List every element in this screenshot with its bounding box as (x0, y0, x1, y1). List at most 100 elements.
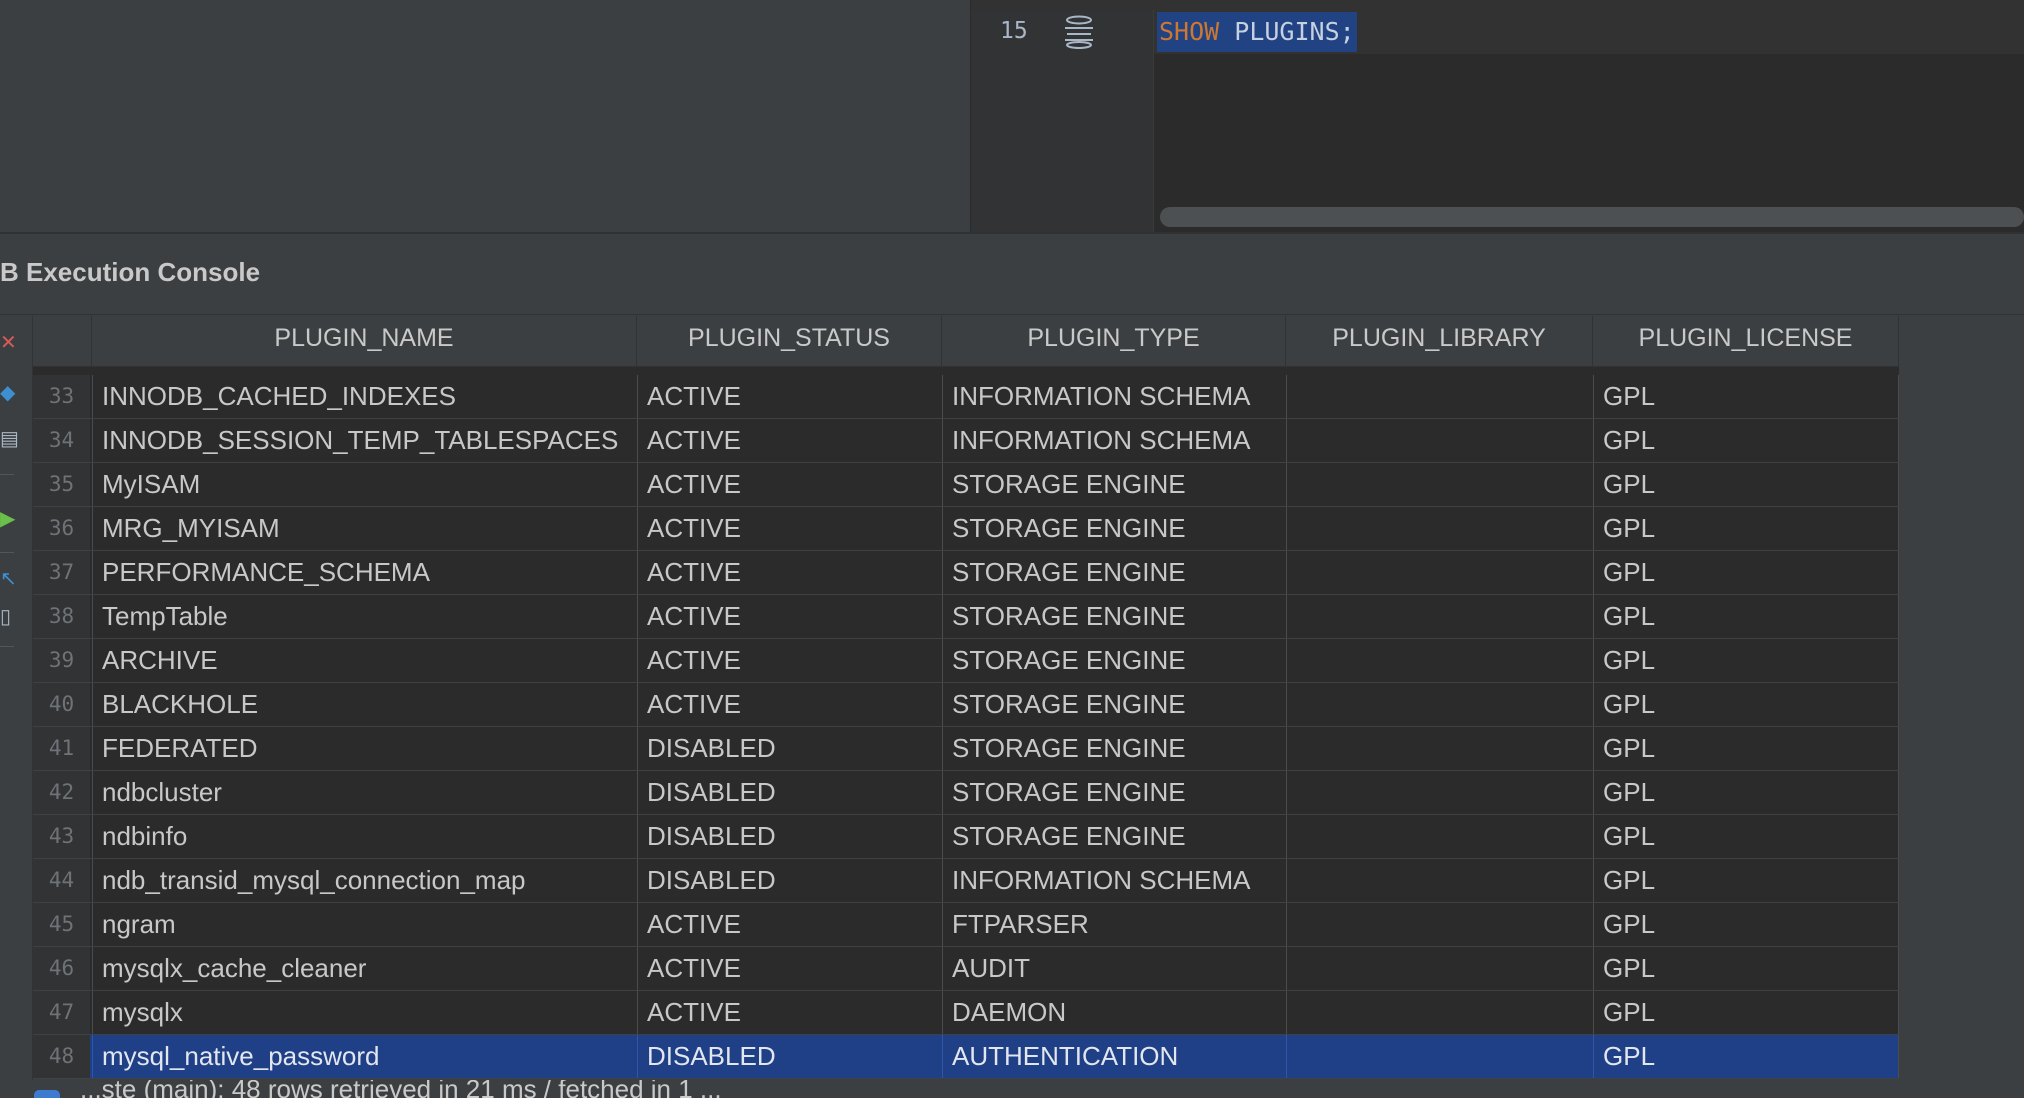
plugin-status-cell[interactable]: ACTIVE (637, 375, 942, 418)
plugin-status-cell[interactable]: DISABLED (637, 859, 942, 902)
plugin-name-cell[interactable]: ngram (92, 903, 637, 946)
table-row[interactable]: 35 MyISAM ACTIVE STORAGE ENGINE GPL (33, 463, 1899, 507)
plugin-name-cell[interactable]: INNODB_SESSION_TEMP_TABLESPACES (92, 419, 637, 462)
plugin-name-cell[interactable]: ndbinfo (92, 815, 637, 858)
plugin-type-cell[interactable]: STORAGE ENGINE (942, 727, 1286, 770)
plugin-type-cell[interactable]: INFORMATION SCHEMA (942, 375, 1286, 418)
table-row[interactable]: 47 mysqlx ACTIVE DAEMON GPL (33, 991, 1899, 1035)
plugin-type-cell[interactable]: AUDIT (942, 947, 1286, 990)
sql-statement[interactable]: SHOW PLUGINS; (1157, 12, 1357, 52)
plugin-license-cell[interactable]: GPL (1593, 771, 1899, 814)
table-row[interactable]: 41 FEDERATED DISABLED STORAGE ENGINE GPL (33, 727, 1899, 771)
plugin-library-cell[interactable] (1286, 991, 1593, 1034)
plugin-type-cell[interactable]: DAEMON (942, 991, 1286, 1034)
plugin-name-cell[interactable]: ndb_transid_mysql_connection_map (92, 859, 637, 902)
plugin-status-cell[interactable]: ACTIVE (637, 507, 942, 550)
plugin-license-cell[interactable]: GPL (1593, 595, 1899, 638)
plugin-license-cell[interactable]: GPL (1593, 683, 1899, 726)
plugin-name-cell[interactable]: FEDERATED (92, 727, 637, 770)
plugin-type-cell[interactable]: INFORMATION SCHEMA (942, 419, 1286, 462)
plugin-status-cell[interactable]: ACTIVE (637, 595, 942, 638)
plugin-status-cell[interactable]: ACTIVE (637, 903, 942, 946)
table-row[interactable]: 44 ndb_transid_mysql_connection_map DISABL… (33, 859, 1899, 903)
column-header-plugin-license[interactable]: PLUGIN_LICENSE (1593, 316, 1899, 366)
column-header-plugin-library[interactable]: PLUGIN_LIBRARY (1286, 316, 1593, 366)
plugin-type-cell[interactable]: STORAGE ENGINE (942, 595, 1286, 638)
plugin-license-cell[interactable]: GPL (1593, 375, 1899, 418)
plugin-type-cell[interactable]: STORAGE ENGINE (942, 639, 1286, 682)
plugin-name-cell[interactable]: PERFORMANCE_SCHEMA (92, 551, 637, 594)
plugin-type-cell[interactable]: STORAGE ENGINE (942, 683, 1286, 726)
plugin-status-cell[interactable]: DISABLED (637, 771, 942, 814)
plugin-status-cell[interactable]: ACTIVE (637, 419, 942, 462)
column-header-plugin-name[interactable]: PLUGIN_NAME (92, 316, 637, 366)
table-row[interactable]: 43 ndbinfo DISABLED STORAGE ENGINE GPL (33, 815, 1899, 859)
plugin-status-cell[interactable]: DISABLED (637, 815, 942, 858)
plugin-license-cell[interactable]: GPL (1593, 859, 1899, 902)
plugin-type-cell[interactable]: STORAGE ENGINE (942, 507, 1286, 550)
table-row[interactable]: 42 ndbcluster DISABLED STORAGE ENGINE GPL (33, 771, 1899, 815)
plugin-name-cell[interactable]: mysql_native_password (92, 1035, 637, 1078)
plugin-name-cell[interactable]: MRG_MYISAM (92, 507, 637, 550)
plugin-license-cell[interactable]: GPL (1593, 463, 1899, 506)
plugin-status-cell[interactable]: DISABLED (637, 727, 942, 770)
plugin-library-cell[interactable] (1286, 683, 1593, 726)
plugin-name-cell[interactable]: TempTable (92, 595, 637, 638)
plugin-license-cell[interactable]: GPL (1593, 903, 1899, 946)
plugin-library-cell[interactable] (1286, 815, 1593, 858)
plugin-license-cell[interactable]: GPL (1593, 419, 1899, 462)
column-header-plugin-status[interactable]: PLUGIN_STATUS (637, 316, 942, 366)
table-row[interactable]: 45 ngram ACTIVE FTPARSER GPL (33, 903, 1899, 947)
plugin-library-cell[interactable] (1286, 859, 1593, 902)
table-row[interactable]: 38 TempTable ACTIVE STORAGE ENGINE GPL (33, 595, 1899, 639)
plugin-license-cell[interactable]: GPL (1593, 815, 1899, 858)
table-row[interactable]: 33 INNODB_CACHED_INDEXES ACTIVE INFORMATION… (33, 375, 1899, 419)
plugin-library-cell[interactable] (1286, 1035, 1593, 1078)
plugin-library-cell[interactable] (1286, 595, 1593, 638)
table-row[interactable]: 39 ARCHIVE ACTIVE STORAGE ENGINE GPL (33, 639, 1899, 683)
plugin-status-cell[interactable]: ACTIVE (637, 991, 942, 1034)
plugin-license-cell[interactable]: GPL (1593, 551, 1899, 594)
plugin-license-cell[interactable]: GPL (1593, 1035, 1899, 1078)
plugin-name-cell[interactable]: BLACKHOLE (92, 683, 637, 726)
plugin-library-cell[interactable] (1286, 771, 1593, 814)
plugin-name-cell[interactable]: mysqlx_cache_cleaner (92, 947, 637, 990)
run-icon[interactable]: ▶ (0, 506, 15, 531)
plugin-name-cell[interactable]: ARCHIVE (92, 639, 637, 682)
plugin-name-cell[interactable]: MyISAM (92, 463, 637, 506)
plugin-type-cell[interactable]: AUTHENTICATION (942, 1035, 1286, 1078)
table-row[interactable]: 40 BLACKHOLE ACTIVE STORAGE ENGINE GPL (33, 683, 1899, 727)
plugin-status-cell[interactable]: DISABLED (637, 1035, 942, 1078)
arrow-up-icon[interactable]: ↖ (0, 566, 17, 591)
plugin-library-cell[interactable] (1286, 639, 1593, 682)
table-row[interactable]: 34 INNODB_SESSION_TEMP_TABLESPACES ACTIVE I… (33, 419, 1899, 463)
plugin-library-cell[interactable] (1286, 463, 1593, 506)
plugin-license-cell[interactable]: GPL (1593, 639, 1899, 682)
plugin-library-cell[interactable] (1286, 947, 1593, 990)
result-grid[interactable]: PLUGIN_NAME PLUGIN_STATUS PLUGIN_TYPE PL… (33, 316, 1899, 1079)
table-row[interactable]: 46 mysqlx_cache_cleaner ACTIVE AUDIT GPL (33, 947, 1899, 991)
plugin-library-cell[interactable] (1286, 375, 1593, 418)
column-header-plugin-type[interactable]: PLUGIN_TYPE (942, 316, 1286, 366)
plugin-type-cell[interactable]: FTPARSER (942, 903, 1286, 946)
plugin-license-cell[interactable]: GPL (1593, 727, 1899, 770)
plugin-type-cell[interactable]: INFORMATION SCHEMA (942, 859, 1286, 902)
plugin-type-cell[interactable]: STORAGE ENGINE (942, 771, 1286, 814)
plugin-license-cell[interactable]: GPL (1593, 507, 1899, 550)
plugin-type-cell[interactable]: STORAGE ENGINE (942, 815, 1286, 858)
plugin-status-cell[interactable]: ACTIVE (637, 463, 942, 506)
plugin-status-cell[interactable]: ACTIVE (637, 551, 942, 594)
panel-splitter[interactable] (0, 232, 2024, 234)
plugin-status-cell[interactable]: ACTIVE (637, 639, 942, 682)
plugin-type-cell[interactable]: STORAGE ENGINE (942, 463, 1286, 506)
plugin-library-cell[interactable] (1286, 903, 1593, 946)
plugin-library-cell[interactable] (1286, 419, 1593, 462)
plugin-name-cell[interactable]: mysqlx (92, 991, 637, 1034)
database-icon[interactable] (1063, 15, 1095, 49)
close-icon[interactable]: ✕ (0, 330, 17, 355)
table-row[interactable]: 37 PERFORMANCE_SCHEMA ACTIVE STORAGE ENGINE… (33, 551, 1899, 595)
plugin-type-cell[interactable]: STORAGE ENGINE (942, 551, 1286, 594)
plugin-library-cell[interactable] (1286, 727, 1593, 770)
plugin-library-cell[interactable] (1286, 507, 1593, 550)
document-icon[interactable]: ▤ (0, 426, 19, 451)
